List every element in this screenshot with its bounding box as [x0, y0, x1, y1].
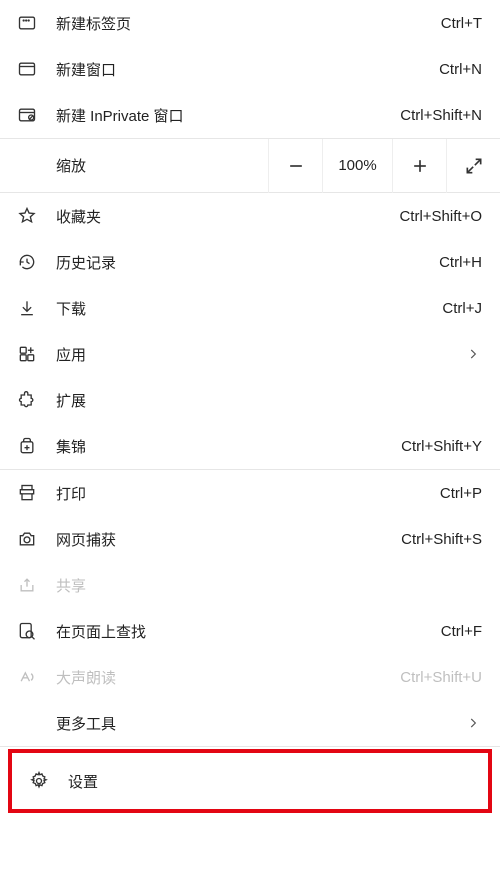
menu-label: 更多工具 [56, 713, 464, 734]
menu-label: 在页面上查找 [56, 621, 441, 642]
shortcut: Ctrl+Shift+O [399, 208, 482, 225]
shortcut: Ctrl+T [441, 15, 482, 32]
new-window-icon [16, 58, 38, 80]
menu-label: 大声朗读 [56, 667, 400, 688]
find-icon [16, 620, 38, 642]
read-aloud-icon [16, 666, 38, 688]
camera-icon [16, 528, 38, 550]
menu-web-capture[interactable]: 网页捕获 Ctrl+Shift+S [0, 516, 500, 562]
menu-find[interactable]: 在页面上查找 Ctrl+F [0, 608, 500, 654]
fullscreen-button[interactable] [446, 139, 500, 193]
menu-label: 历史记录 [56, 252, 439, 273]
new-tab-icon [16, 12, 38, 34]
shortcut: Ctrl+Shift+N [400, 107, 482, 124]
shortcut: Ctrl+J [442, 300, 482, 317]
history-icon [16, 251, 38, 273]
menu-print[interactable]: 打印 Ctrl+P [0, 470, 500, 516]
shortcut: Ctrl+Shift+S [401, 531, 482, 548]
menu-label: 设置 [68, 771, 470, 792]
menu-new-tab[interactable]: 新建标签页 Ctrl+T [0, 0, 500, 46]
favorites-icon [16, 205, 38, 227]
zoom-in-button[interactable] [392, 139, 446, 193]
menu-extensions[interactable]: 扩展 [0, 377, 500, 423]
zoom-value: 100% [322, 139, 392, 193]
menu-label: 新建标签页 [56, 13, 441, 34]
menu-group-new: 新建标签页 Ctrl+T 新建窗口 Ctrl+N 新建 InPrivate 窗口… [0, 0, 500, 138]
zoom-row: 缩放 100% [0, 138, 500, 192]
menu-label: 集锦 [56, 436, 401, 457]
menu-favorites[interactable]: 收藏夹 Ctrl+Shift+O [0, 193, 500, 239]
menu-label: 打印 [56, 483, 440, 504]
apps-icon [16, 343, 38, 365]
gear-icon [28, 770, 50, 792]
zoom-out-button[interactable] [268, 139, 322, 193]
menu-share: 共享 [0, 562, 500, 608]
inprivate-icon [16, 104, 38, 126]
shortcut: Ctrl+F [441, 623, 482, 640]
share-icon [16, 574, 38, 596]
menu-label: 下载 [56, 298, 442, 319]
collections-icon [16, 435, 38, 457]
shortcut: Ctrl+N [439, 61, 482, 78]
menu-label: 应用 [56, 344, 464, 365]
menu-label: 新建 InPrivate 窗口 [56, 105, 400, 126]
print-icon [16, 482, 38, 504]
shortcut: Ctrl+Shift+U [400, 669, 482, 686]
menu-history[interactable]: 历史记录 Ctrl+H [0, 239, 500, 285]
menu-group-settings: 设置 [0, 746, 500, 815]
chevron-right-icon [464, 345, 482, 363]
menu-label: 新建窗口 [56, 59, 439, 80]
shortcut: Ctrl+Shift+Y [401, 438, 482, 455]
menu-new-window[interactable]: 新建窗口 Ctrl+N [0, 46, 500, 92]
shortcut: Ctrl+P [440, 485, 482, 502]
highlight-box: 设置 [8, 749, 492, 813]
menu-settings[interactable]: 设置 [12, 753, 488, 809]
menu-label: 共享 [56, 575, 482, 596]
menu-downloads[interactable]: 下载 Ctrl+J [0, 285, 500, 331]
blank-icon [16, 712, 38, 734]
menu-new-inprivate[interactable]: 新建 InPrivate 窗口 Ctrl+Shift+N [0, 92, 500, 138]
downloads-icon [16, 297, 38, 319]
menu-read-aloud: 大声朗读 Ctrl+Shift+U [0, 654, 500, 700]
chevron-right-icon [464, 714, 482, 732]
menu-group-nav: 收藏夹 Ctrl+Shift+O 历史记录 Ctrl+H 下载 Ctrl+J 应… [0, 192, 500, 469]
menu-group-tools: 打印 Ctrl+P 网页捕获 Ctrl+Shift+S 共享 在页面上查找 Ct… [0, 469, 500, 746]
menu-collections[interactable]: 集锦 Ctrl+Shift+Y [0, 423, 500, 469]
menu-label: 扩展 [56, 390, 482, 411]
zoom-label: 缩放 [0, 155, 268, 176]
menu-apps[interactable]: 应用 [0, 331, 500, 377]
menu-label: 网页捕获 [56, 529, 401, 550]
browser-menu: 新建标签页 Ctrl+T 新建窗口 Ctrl+N 新建 InPrivate 窗口… [0, 0, 500, 815]
shortcut: Ctrl+H [439, 254, 482, 271]
menu-label: 收藏夹 [56, 206, 399, 227]
menu-more-tools[interactable]: 更多工具 [0, 700, 500, 746]
extensions-icon [16, 389, 38, 411]
